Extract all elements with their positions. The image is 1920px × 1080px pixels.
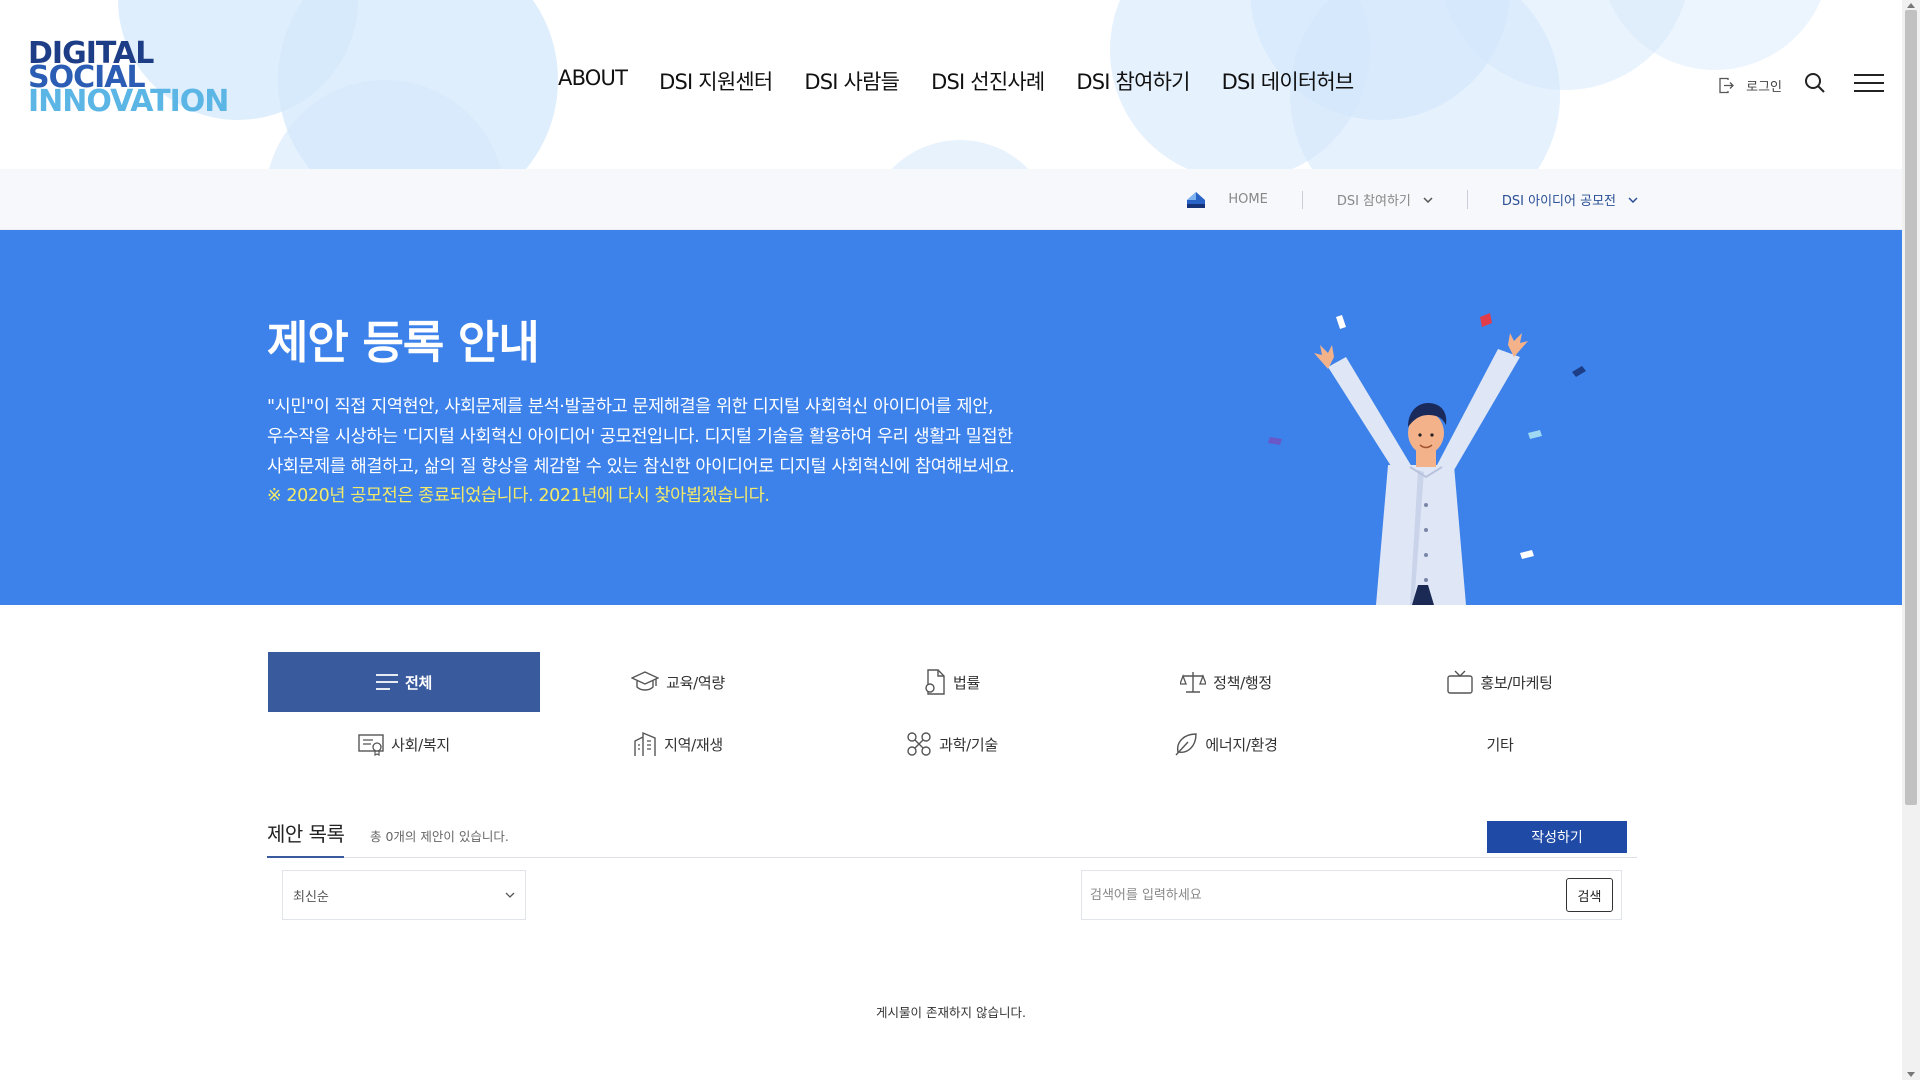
login-icon [1719,77,1735,93]
breadcrumb-level1-label: DSI 참여하기 [1336,194,1411,209]
sort-selected-value: 최신순 [293,889,329,905]
nav-people[interactable]: DSI 사람들 [804,66,900,96]
drone-icon [907,732,931,756]
chevron-down-icon [505,892,515,898]
sort-select[interactable]: 최신순 [282,870,526,920]
breadcrumb-level1[interactable]: DSI 참여하기 [1303,190,1468,209]
graduation-cap-icon [631,671,660,691]
search-input[interactable] [1090,887,1566,903]
write-button[interactable]: 작성하기 [1487,821,1627,853]
search-submit-button[interactable]: 검색 [1566,878,1613,912]
nav-support-center[interactable]: DSI 지원센터 [659,66,773,96]
chevron-down-icon [1628,196,1638,203]
hero-notice: ※ 2020년 공모전은 종료되었습니다. 2021년에 다시 찾아뵙겠습니다. [267,486,770,506]
category-education[interactable]: 교육/역량 [542,652,814,712]
search-icon [1805,73,1825,93]
breadcrumb-level2-label: DSI 아이디어 공모전 [1501,194,1616,209]
list-icon [375,674,398,690]
list-title: 제안 목록 [267,818,345,858]
logo-line3: INNOVATION [28,84,229,119]
site-header: DIGITAL SOCIAL INNOVATION ABOUT DSI 지원센터… [0,0,1902,169]
chevron-down-icon [1423,196,1433,203]
main-nav: ABOUT DSI 지원센터 DSI 사람들 DSI 선진사례 DSI 참여하기… [558,66,1385,96]
decor-bubble [865,140,1055,169]
document-icon [925,669,945,695]
certificate-icon [358,734,384,756]
category-etc[interactable]: 기타 [1364,714,1636,774]
breadcrumb-home-label: HOME [1228,192,1268,207]
hero-description-line: 사회문제를 해결하고, 삶의 질 향상을 체감할 수 있는 참신한 아이디어로 … [267,457,1015,477]
building-icon [634,731,656,756]
home-icon [1187,191,1206,208]
hero-description-line: "시민"이 직접 지역현안, 사회문제를 분석·발굴하고 문제해결을 위한 디지… [267,397,994,417]
category-label: 에너지/환경 [1205,735,1278,754]
hamburger-menu-icon [1854,74,1884,92]
category-label: 지역/재생 [664,735,723,754]
menu-button[interactable] [1854,73,1884,97]
tv-icon [1447,670,1474,694]
login-link[interactable]: 로그인 [1718,76,1782,95]
category-energy[interactable]: 에너지/환경 [1090,714,1362,774]
nav-datahub[interactable]: DSI 데이터허브 [1222,66,1355,96]
login-label: 로그인 [1746,79,1782,95]
category-label: 홍보/마케팅 [1480,673,1553,692]
header-utilities: 로그인 [1718,72,1884,98]
scrollbar[interactable] [1902,0,1920,1080]
category-label: 기타 [1486,735,1514,754]
category-science[interactable]: 과학/기술 [816,714,1088,774]
scroll-down-arrow[interactable] [1907,1072,1915,1077]
category-welfare[interactable]: 사회/복지 [268,714,540,774]
category-region[interactable]: 지역/재생 [542,714,814,774]
breadcrumb-level2[interactable]: DSI 아이디어 공모전 [1468,190,1638,209]
category-law[interactable]: 법률 [816,652,1088,712]
nav-cases[interactable]: DSI 선진사례 [931,66,1045,96]
hero-description-line: 우수작을 시상하는 '디지털 사회혁신 아이디어' 공모전입니다. 디지털 기술… [267,427,1013,447]
page-title: 제안 등록 안내 [267,316,540,369]
nav-about[interactable]: ABOUT [558,66,628,96]
category-label: 법률 [952,673,980,692]
list-count: 총 0개의 제안이 있습니다. [370,829,509,844]
search-button[interactable] [1804,72,1826,98]
category-marketing[interactable]: 홍보/마케팅 [1364,652,1636,712]
page: DIGITAL SOCIAL INNOVATION ABOUT DSI 지원센터… [0,0,1920,1080]
category-label: 전체 [404,673,432,692]
scrollbar-thumb[interactable] [1905,10,1917,805]
category-policy[interactable]: 정책/행정 [1090,652,1362,712]
breadcrumb-bar: HOME DSI 참여하기 DSI 아이디어 공모전 [0,169,1902,230]
scale-icon [1180,672,1207,693]
list-header: 제안 목록 총 0개의 제안이 있습니다. [267,818,1637,858]
search-form: 검색 [1081,870,1622,920]
category-label: 과학/기술 [939,735,998,754]
breadcrumb-home[interactable]: HOME [1186,190,1303,209]
category-label: 교육/역량 [666,673,725,692]
leaf-icon [1175,733,1198,756]
hero-banner: 제안 등록 안내 "시민"이 직접 지역현안, 사회문제를 분석·발굴하고 문제… [0,230,1902,605]
breadcrumb: HOME DSI 참여하기 DSI 아이디어 공모전 [1186,169,1638,230]
scroll-up-arrow[interactable] [1907,3,1915,8]
celebrating-person-illustration [1268,313,1586,605]
site-logo[interactable]: DIGITAL SOCIAL INNOVATION [28,39,229,122]
category-all[interactable]: 전체 [268,652,540,712]
category-label: 사회/복지 [391,735,450,754]
nav-participate[interactable]: DSI 참여하기 [1076,66,1190,96]
category-label: 정책/행정 [1213,673,1272,692]
hero-description: "시민"이 직접 지역현안, 사회문제를 분석·발굴하고 문제해결을 위한 디지… [267,392,1067,482]
empty-message: 게시물이 존재하지 않습니다. [876,1005,1026,1020]
